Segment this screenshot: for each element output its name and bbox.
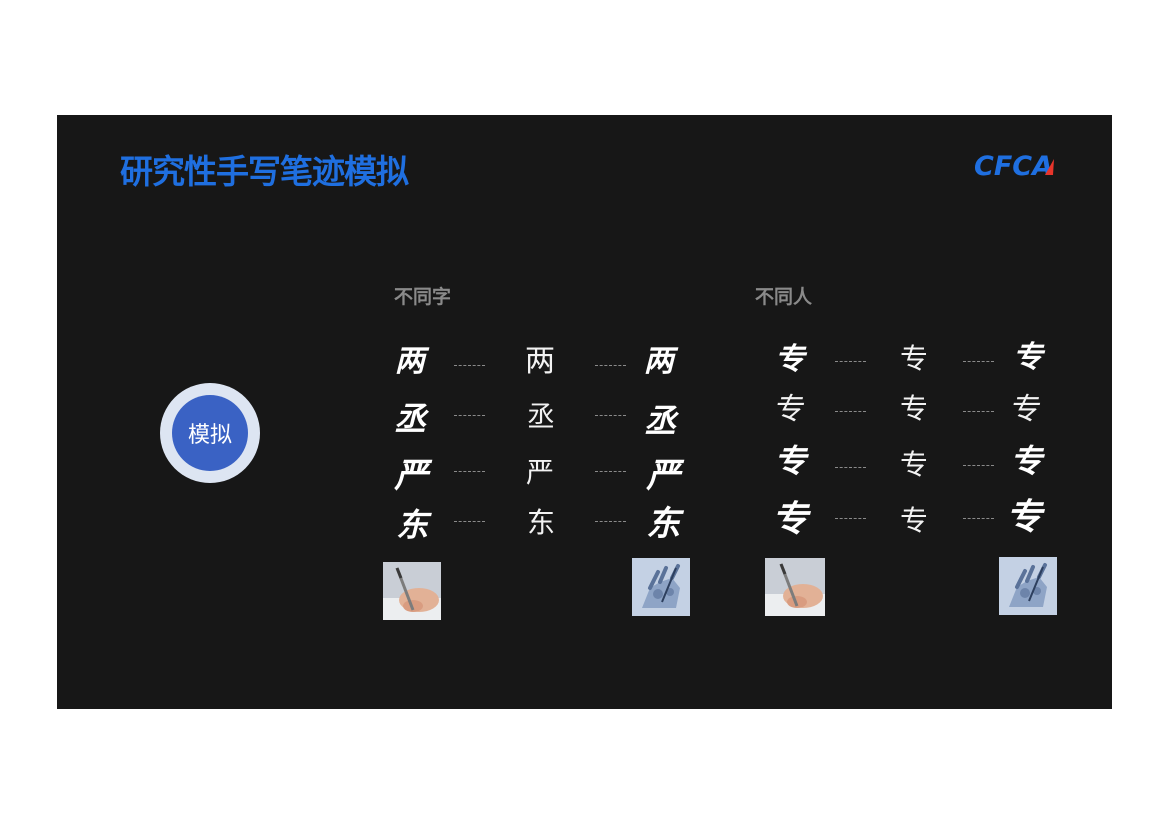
dashed-connector (963, 411, 994, 412)
standard-char: 两 (525, 344, 555, 379)
simulated-char: 专 (1010, 340, 1050, 375)
handwritten-char: 专 (772, 342, 812, 377)
simulated-char: 严 (644, 456, 688, 496)
dashed-connector (963, 465, 994, 466)
standard-char: 丞 (527, 400, 556, 433)
standard-char: 专 (900, 342, 929, 375)
handwritten-char: 专 (772, 392, 809, 427)
dashed-connector (595, 521, 626, 522)
section-heading-different-characters: 不同字 (394, 286, 452, 308)
robot-hand-photo (999, 557, 1057, 615)
slide-title: 研究性手写笔迹模拟 (120, 152, 409, 191)
handwritten-char: 专 (772, 442, 814, 480)
handwritten-char: 严 (392, 456, 436, 496)
robot-hand-photo (632, 558, 690, 616)
hand-writing-photo (383, 562, 441, 620)
simulated-char: 专 (1008, 392, 1045, 427)
dashed-connector (454, 415, 485, 416)
dashed-connector (454, 521, 485, 522)
dashed-connector (454, 471, 485, 472)
simulate-badge-label: 模拟 (172, 395, 248, 471)
dashed-connector (835, 361, 866, 362)
slide: 研究性手写笔迹模拟 CFCA 模拟 不同字 两 两 两 丞 丞 丞 严 严 严 … (57, 115, 1112, 709)
hand-writing-photo (765, 558, 825, 616)
simulated-char: 丞 (642, 402, 684, 440)
simulate-badge[interactable]: 模拟 (160, 383, 260, 483)
handwritten-char: 丞 (392, 400, 434, 438)
dashed-connector (835, 411, 866, 412)
dashed-connector (595, 365, 626, 366)
simulated-char: 东 (644, 504, 688, 544)
cfca-logo: CFCA (974, 151, 1054, 179)
handwritten-char: 两 (392, 344, 432, 379)
standard-char: 专 (900, 392, 929, 425)
dashed-connector (835, 467, 866, 468)
dashed-connector (595, 415, 626, 416)
section-heading-different-people: 不同人 (755, 286, 813, 308)
handwritten-char: 东 (394, 506, 436, 544)
handwritten-char: 专 (769, 498, 817, 540)
dashed-connector (454, 365, 485, 366)
standard-char: 严 (526, 456, 555, 489)
simulated-char: 两 (641, 344, 681, 379)
dashed-connector (963, 518, 994, 519)
standard-char: 专 (900, 448, 929, 481)
dashed-connector (835, 518, 866, 519)
simulated-char: 专 (1003, 496, 1051, 538)
cfca-logo-text: CFCA (974, 151, 1053, 179)
dashed-connector (595, 471, 626, 472)
standard-char: 专 (900, 504, 929, 537)
dashed-connector (963, 361, 994, 362)
standard-char: 东 (527, 506, 556, 539)
simulated-char: 专 (1008, 442, 1050, 480)
